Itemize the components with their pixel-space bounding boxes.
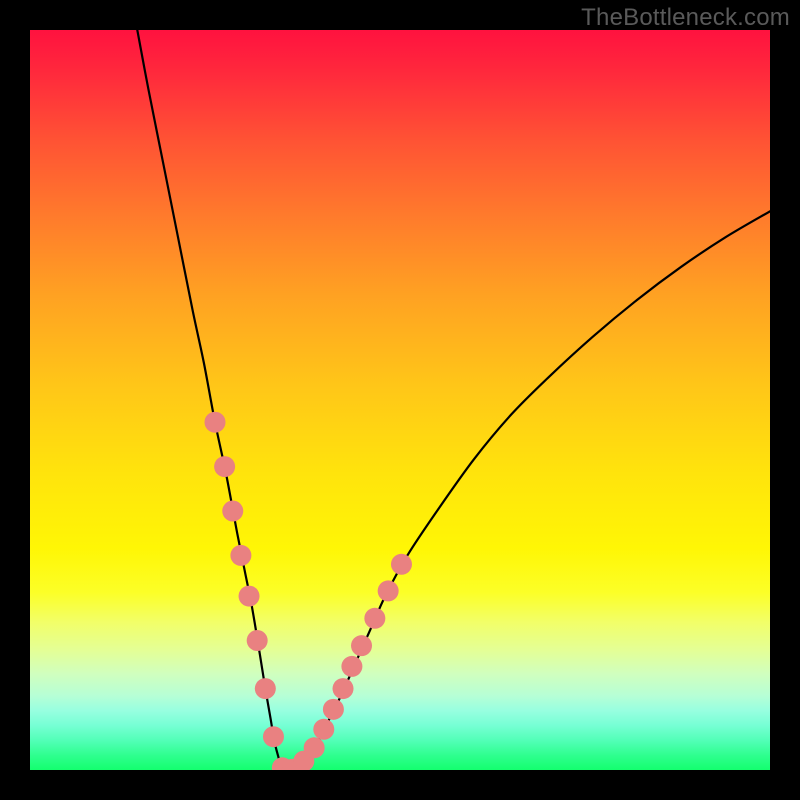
plot-area [30, 30, 770, 770]
chart-svg [30, 30, 770, 770]
data-dot [263, 726, 284, 747]
attribution-text: TheBottleneck.com [581, 4, 790, 32]
curve-layer [137, 30, 770, 770]
data-dot [304, 737, 325, 758]
data-dot [391, 554, 412, 575]
data-dot [313, 719, 334, 740]
dots-layer [205, 412, 412, 770]
chart-frame: TheBottleneck.com [0, 0, 800, 800]
data-dot [247, 630, 268, 651]
data-dot [230, 545, 251, 566]
data-dot [255, 678, 276, 699]
data-dot [351, 635, 372, 656]
data-dot [222, 501, 243, 522]
data-dot [214, 456, 235, 477]
data-dot [364, 608, 385, 629]
data-dot [323, 699, 344, 720]
data-dot [205, 412, 226, 433]
data-dot [341, 656, 362, 677]
data-dot [333, 678, 354, 699]
data-dot [239, 586, 260, 607]
bottleneck-curve [137, 30, 770, 770]
data-dot [378, 580, 399, 601]
